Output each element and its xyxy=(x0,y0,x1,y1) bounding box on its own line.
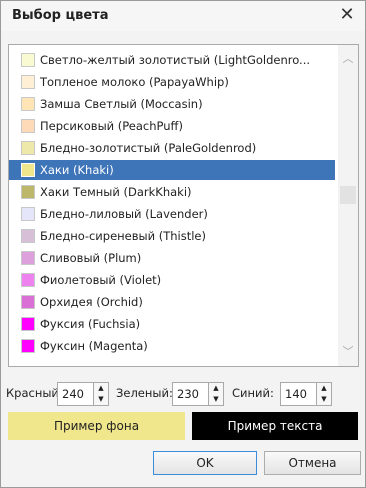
red-field[interactable]: 240 xyxy=(57,382,94,406)
text-sample: Пример текста xyxy=(192,412,358,440)
list-scrollbar[interactable]: ︿ ﹀ xyxy=(338,45,358,366)
color-swatch xyxy=(21,53,35,67)
title-bar: Выбор цвета ✕ xyxy=(1,1,365,31)
list-item-label: Фуксин (Magenta) xyxy=(40,339,148,353)
close-icon[interactable]: ✕ xyxy=(337,4,357,26)
list-item-label: Орхидея (Orchid) xyxy=(40,295,143,309)
red-value: 240 xyxy=(62,387,84,401)
color-swatch xyxy=(21,97,35,111)
list-item[interactable]: Бледно-лиловый (Lavender) xyxy=(9,204,335,224)
color-list[interactable]: Светло-желтый золотистый (LightGoldenro.… xyxy=(8,44,359,367)
list-item[interactable]: Орхидея (Orchid) xyxy=(9,292,335,312)
color-swatch xyxy=(21,119,35,133)
green-label: Зеленый: xyxy=(116,386,173,400)
color-swatch xyxy=(21,339,35,353)
blue-label: Синий: xyxy=(232,386,274,400)
color-swatch xyxy=(21,273,35,287)
blue-field[interactable]: 140 xyxy=(280,382,317,406)
chevron-up-icon[interactable]: ︿ xyxy=(338,49,358,69)
color-picker-dialog: Выбор цвета ✕ Светло-желтый золотистый (… xyxy=(0,0,366,488)
list-item-label: Хаки Темный (DarkKhaki) xyxy=(40,185,192,199)
red-label: Красный: xyxy=(6,386,63,400)
color-swatch xyxy=(21,141,35,155)
list-item-label: Бледно-сиреневый (Thistle) xyxy=(40,229,206,243)
list-item[interactable]: Топленое молоко (PapayaWhip) xyxy=(9,72,335,92)
blue-stepper[interactable]: ▲ ▼ xyxy=(317,382,332,406)
list-item-label: Бледно-лиловый (Lavender) xyxy=(40,207,208,221)
list-item[interactable]: Сливовый (Plum) xyxy=(9,248,335,268)
green-value: 230 xyxy=(177,387,199,401)
chevron-down-icon[interactable]: ﹀ xyxy=(338,342,358,362)
color-swatch xyxy=(21,185,35,199)
color-swatch xyxy=(21,317,35,331)
red-stepper[interactable]: ▲ ▼ xyxy=(94,382,109,406)
green-field[interactable]: 230 xyxy=(172,382,209,406)
color-swatch xyxy=(21,163,35,177)
scrollbar-thumb[interactable] xyxy=(340,186,356,204)
list-item-label: Замша Светлый (Moccasin) xyxy=(40,97,203,111)
list-item-label: Светло-желтый золотистый (LightGoldenro.… xyxy=(40,53,311,67)
background-sample: Пример фона xyxy=(8,412,185,440)
list-item-label: Фиолетовый (Violet) xyxy=(40,273,162,287)
list-item[interactable]: Фиолетовый (Violet) xyxy=(9,270,335,290)
list-item-label: Топленое молоко (PapayaWhip) xyxy=(40,75,229,89)
list-item[interactable]: Персиковый (PeachPuff) xyxy=(9,116,335,136)
list-item[interactable]: Замша Светлый (Moccasin) xyxy=(9,94,335,114)
color-swatch xyxy=(21,251,35,265)
list-item[interactable]: Бледно-золотистый (PaleGoldenrod) xyxy=(9,138,335,158)
list-item-label: Бледно-золотистый (PaleGoldenrod) xyxy=(40,141,257,155)
ok-button[interactable]: OK xyxy=(153,451,257,475)
list-item[interactable]: Хаки Темный (DarkKhaki) xyxy=(9,182,335,202)
list-item[interactable]: Светло-желтый золотистый (LightGoldenro.… xyxy=(9,50,335,70)
list-item[interactable]: Фуксия (Fuchsia) xyxy=(9,314,335,334)
list-item-label: Фуксия (Fuchsia) xyxy=(40,317,141,331)
color-swatch xyxy=(21,295,35,309)
list-item-label: Сливовый (Plum) xyxy=(40,251,142,265)
dialog-title: Выбор цвета xyxy=(12,8,109,23)
cancel-button[interactable]: Отмена xyxy=(264,451,361,475)
list-item[interactable]: Фуксин (Magenta) xyxy=(9,336,335,356)
list-item[interactable]: Бледно-сиреневый (Thistle) xyxy=(9,226,335,246)
blue-value: 140 xyxy=(285,387,307,401)
list-item-label: Хаки (Khaki) xyxy=(40,163,114,177)
list-item-label: Персиковый (PeachPuff) xyxy=(40,119,183,133)
color-swatch xyxy=(21,75,35,89)
color-swatch xyxy=(21,229,35,243)
color-swatch xyxy=(21,207,35,221)
list-item[interactable]: Хаки (Khaki) xyxy=(9,160,335,180)
green-stepper[interactable]: ▲ ▼ xyxy=(209,382,224,406)
